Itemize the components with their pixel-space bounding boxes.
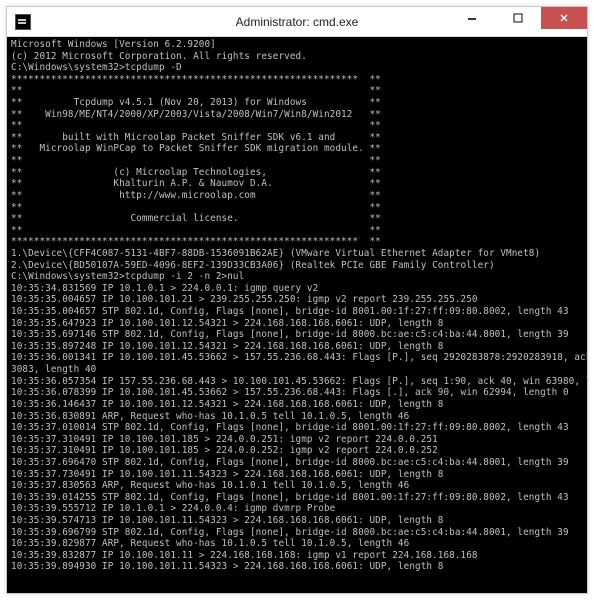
output-line: 10:35:35.697146 STP 802.1d, Config, Flag… (11, 329, 583, 341)
banner-line: ****************************************… (11, 74, 583, 86)
output-line: 10:35:34.831569 IP 10.1.0.1 > 224.0.0.1:… (11, 283, 583, 295)
output-line: 10:35:36.001341 IP 10.100.101.45.53662 >… (11, 352, 583, 364)
minimize-button[interactable] (449, 7, 495, 29)
console-line: (c) 2012 Microsoft Corporation. All righ… (11, 51, 583, 63)
output-line: 10:35:37.696470 STP 802.1d, Config, Flag… (11, 457, 583, 469)
window-controls (449, 7, 587, 29)
device-line: 2.\Device\{BD50107A-59ED-4096-8EF2-139D3… (11, 260, 583, 272)
output-line: C:\Windows\system32>tcpdump -i 2 -n 2>nu… (11, 271, 583, 283)
output-line: 10:35:35.004657 STP 802.1d, Config, Flag… (11, 306, 583, 318)
banner-line: ** ** (11, 85, 583, 97)
close-icon (559, 13, 569, 23)
cmd-icon[interactable] (15, 14, 31, 30)
output-line: 10:35:37.830563 ARP, Request who-has 10.… (11, 480, 583, 492)
console-area[interactable]: Microsoft Windows [Version 6.2.9200](c) … (7, 37, 587, 593)
banner-line: ** Khalturin A.P. & Naumov D.A. ** (11, 178, 583, 190)
output-line: 10:35:39.014255 STP 802.1d, Config, Flag… (11, 492, 583, 504)
minimize-icon (467, 13, 477, 23)
titlebar[interactable]: Administrator: cmd.exe (7, 7, 587, 37)
output-line: 10:35:39.832877 IP 10.100.101.11 > 224.1… (11, 550, 583, 562)
cmd-window: Administrator: cmd.exe Microsoft Windows… (6, 6, 588, 594)
output-line: 10:35:36.146437 IP 10.100.101.12.54321 >… (11, 399, 583, 411)
output-line: 3083, length 40 (11, 364, 583, 376)
banner-line: ** Tcpdump v4.5.1 (Nov 20, 2013) for Win… (11, 97, 583, 109)
banner-line: ** Win98/ME/NT4/2000/XP/2003/Vista/2008/… (11, 109, 583, 121)
output-line: 10:35:35.647923 IP 10.100.101.12.54321 >… (11, 318, 583, 330)
console-line: C:\Windows\system32>tcpdump -D (11, 62, 583, 74)
banner-line: ** ** (11, 202, 583, 214)
output-line: 10:35:36.830891 ARP, Request who-has 10.… (11, 411, 583, 423)
banner-line: ** ** (11, 120, 583, 132)
output-line: 10:35:35.897248 IP 10.100.101.12.54321 >… (11, 341, 583, 353)
output-line: 10:35:35.004657 IP 10.100.101.21 > 239.2… (11, 294, 583, 306)
output-line: 10:35:39.574713 IP 10.100.101.11.54323 >… (11, 515, 583, 527)
banner-line: ** ** (11, 155, 583, 167)
output-line: 10:35:37.730491 IP 10.100.101.11.54323 >… (11, 469, 583, 481)
banner-line: ** ** (11, 225, 583, 237)
output-line: 10:35:37.310491 IP 10.100.101.185 > 224.… (11, 434, 583, 446)
banner-line: ** http://www.microolap.com ** (11, 190, 583, 202)
output-line: 10:35:39.696799 STP 802.1d, Config, Flag… (11, 527, 583, 539)
output-line: 10:35:36.057354 IP 157.55.236.68.443 > 1… (11, 376, 583, 388)
maximize-icon (513, 13, 523, 23)
banner-line: ** built with Microolap Packet Sniffer S… (11, 132, 583, 144)
close-button[interactable] (541, 7, 587, 29)
output-line: 10:35:39.894930 IP 10.100.101.11.54323 >… (11, 561, 583, 573)
maximize-button[interactable] (495, 7, 541, 29)
banner-line: ** Commercial license. ** (11, 213, 583, 225)
device-line: 1.\Device\{CFF4C087-5131-4BF7-88DB-15360… (11, 248, 583, 260)
output-line: 10:35:37.310491 IP 10.100.101.185 > 224.… (11, 445, 583, 457)
output-line: 10:35:39.555712 IP 10.1.0.1 > 224.0.0.4:… (11, 503, 583, 515)
banner-line: ****************************************… (11, 236, 583, 248)
output-line: 10:35:36.078399 IP 10.100.101.45.53662 >… (11, 387, 583, 399)
banner-line: ** Microolap WinPCap to Packet Sniffer S… (11, 143, 583, 155)
banner-line: ** (c) Microolap Technologies, ** (11, 167, 583, 179)
console-line: Microsoft Windows [Version 6.2.9200] (11, 39, 583, 51)
output-line: 10:35:37.010014 STP 802.1d, Config, Flag… (11, 422, 583, 434)
output-line: 10:35:39.829877 ARP, Request who-has 10.… (11, 538, 583, 550)
